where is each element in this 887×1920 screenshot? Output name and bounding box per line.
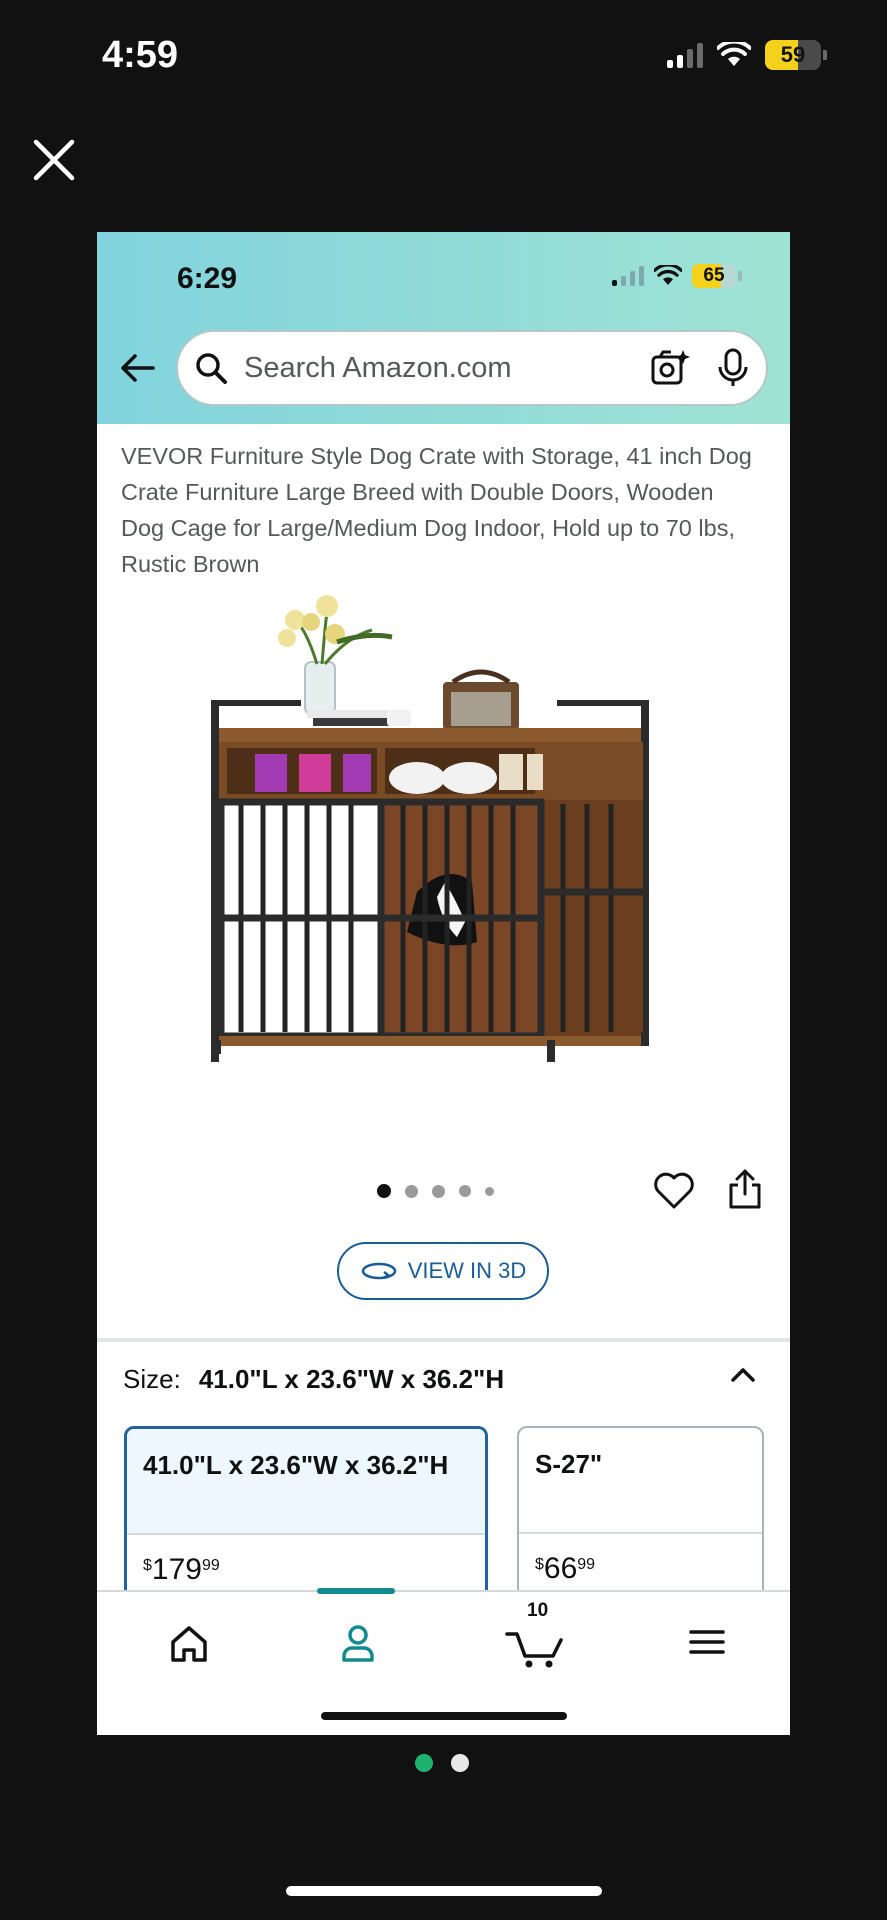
inner-home-indicator <box>321 1712 567 1720</box>
wifi-icon <box>654 265 682 286</box>
cellular-signal-icon <box>667 42 703 68</box>
view-in-3d-label: VIEW IN 3D <box>407 1258 527 1283</box>
menu-icon[interactable] <box>679 1614 735 1670</box>
account-icon[interactable] <box>330 1614 386 1670</box>
wifi-icon <box>717 42 751 66</box>
cellular-signal-icon <box>612 266 644 286</box>
microphone-icon[interactable] <box>716 348 750 388</box>
carousel-dot[interactable] <box>377 1184 391 1198</box>
inner-status-time: 6:29 <box>177 262 238 295</box>
app-header: 6:29 65 <box>97 232 790 424</box>
close-icon[interactable] <box>30 136 78 184</box>
outer-status-time: 4:59 <box>102 34 179 76</box>
camera-search-icon[interactable] <box>650 348 690 388</box>
size-label: Size: <box>123 1364 181 1394</box>
search-icon <box>196 353 227 384</box>
size-selected-value: 41.0"L x 23.6"W x 36.2"H <box>198 1364 505 1394</box>
back-arrow-icon[interactable] <box>117 348 157 388</box>
carousel-dot[interactable] <box>485 1186 494 1196</box>
section-divider <box>97 1338 790 1342</box>
home-icon[interactable] <box>161 1614 217 1670</box>
home-indicator[interactable] <box>286 1886 602 1896</box>
product-title: VEVOR Furniture Style Dog Crate with Sto… <box>121 443 752 577</box>
view-in-3d-button[interactable]: VIEW IN 3D <box>337 1242 549 1300</box>
battery-percentage: 59 <box>780 42 806 67</box>
battery-percentage: 65 <box>703 265 725 286</box>
battery-icon: 59 <box>765 40 827 70</box>
heart-icon[interactable] <box>653 1170 695 1210</box>
cart-count-badge: 10 <box>527 1600 549 1621</box>
cart-icon[interactable] <box>501 1614 571 1670</box>
screenshot-preview: 6:29 65 Search Amazon.com VEVOR Furnitur… <box>97 232 790 1735</box>
screenshot-pager[interactable] <box>415 1754 469 1772</box>
inner-status-icons: 65 <box>612 264 742 288</box>
search-input[interactable] <box>244 351 650 385</box>
carousel-dot[interactable] <box>405 1184 418 1198</box>
size-selector-header[interactable]: Size: 41.0"L x 23.6"W x 36.2"H <box>123 1364 504 1395</box>
battery-icon: 65 <box>692 264 742 288</box>
search-bar[interactable] <box>176 330 768 406</box>
outer-status-icons: 59 <box>667 40 827 70</box>
pager-dot[interactable] <box>415 1754 433 1772</box>
rotate-3d-icon <box>361 1262 396 1280</box>
active-tab-indicator <box>317 1588 395 1594</box>
size-option-name: 41.0"L x 23.6"W x 36.2"H <box>127 1429 485 1533</box>
bottom-navigation: 10 <box>97 1588 790 1735</box>
share-icon[interactable] <box>727 1168 763 1210</box>
product-image[interactable] <box>207 592 657 1062</box>
carousel-dot[interactable] <box>432 1184 445 1198</box>
image-carousel-dots[interactable] <box>377 1184 494 1198</box>
carousel-dot[interactable] <box>459 1185 471 1197</box>
size-option-name: S-27" <box>535 1449 603 1479</box>
pager-dot[interactable] <box>451 1754 469 1772</box>
chevron-up-icon[interactable] <box>727 1362 759 1386</box>
